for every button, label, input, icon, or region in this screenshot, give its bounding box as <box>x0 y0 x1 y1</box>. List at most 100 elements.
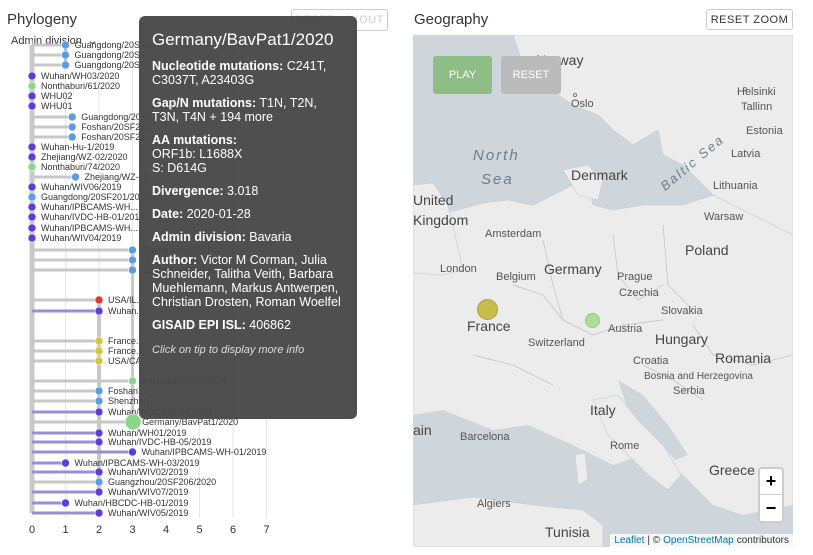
tree-tip[interactable]: Zhejiang/WZ-02/2020 <box>27 152 128 162</box>
tip-circle[interactable] <box>94 396 104 406</box>
tree-tip[interactable]: Guangzhou/20SF206/2020 <box>32 477 216 487</box>
tip-circle[interactable] <box>27 192 37 202</box>
geography-map[interactable]: Norway Oslo Helsinki Tallinn Estonia Lat… <box>413 35 793 547</box>
tip-circle[interactable] <box>94 467 104 477</box>
tip-circle[interactable] <box>94 437 104 447</box>
tip-circle[interactable] <box>27 212 37 222</box>
tip-circle[interactable] <box>128 255 137 265</box>
tree-tip[interactable]: Wuhan/IVDC-HB-05/2019 <box>32 437 211 447</box>
zoom-in-button[interactable]: + <box>760 469 782 495</box>
tip-circle[interactable] <box>61 60 70 70</box>
tree-tip[interactable]: Wuhan/WIV04/2019 <box>27 233 121 243</box>
axis-tick-label: 0 <box>29 524 35 536</box>
tip-circle[interactable] <box>94 306 104 316</box>
tip-circle[interactable] <box>27 91 37 101</box>
tip-circle[interactable] <box>128 447 137 457</box>
tip-circle[interactable] <box>61 498 70 508</box>
tip-circle[interactable] <box>27 202 37 212</box>
tree-tip[interactable]: France... <box>32 336 144 346</box>
tip-circle[interactable] <box>27 81 37 91</box>
axis-tick-label: 5 <box>197 524 203 536</box>
tip-circle[interactable] <box>94 477 104 487</box>
tip-circle[interactable] <box>71 172 80 182</box>
tree-tip[interactable]: Nonthaburi/74/2020 <box>27 162 120 172</box>
reset-animation-button[interactable]: RESET <box>501 56 561 94</box>
tree-tip[interactable]: Wuhan/WIV05/2019 <box>32 508 188 518</box>
tree-tip[interactable]: Zhejiang/WZ-01... <box>32 172 156 182</box>
tree-tip[interactable]: Wuhan/WIV02/2019 <box>32 467 188 477</box>
tree-tip[interactable]: Wuhan/IPBCAMS-WH-01/2019 <box>32 447 266 457</box>
tree-tip[interactable]: Foshan/20SF21... <box>32 132 153 142</box>
tip-circle[interactable] <box>27 233 37 243</box>
reset-zoom-button[interactable]: RESET ZOOM <box>706 9 793 30</box>
play-button[interactable]: PLAY <box>433 56 492 94</box>
tip-circle[interactable] <box>94 336 104 346</box>
tip-circle[interactable] <box>61 50 70 60</box>
tip-circle[interactable] <box>94 508 104 518</box>
tip-circle[interactable] <box>27 162 37 172</box>
tip-label: Wuhan/IPBCAMS-WH... <box>41 202 138 212</box>
tip-circle[interactable] <box>94 356 104 366</box>
tip-circle[interactable] <box>27 101 37 111</box>
tip-circle[interactable] <box>67 122 77 132</box>
tip-label: Nonthaburi/74/2020 <box>41 162 120 172</box>
tree-tip[interactable]: Guangdong/20SF... <box>32 60 152 70</box>
tree-tip[interactable]: WHU02 <box>27 91 73 101</box>
tip-circle[interactable] <box>27 142 37 152</box>
tree-tip[interactable]: Wuhan/HBCDC-HB-01/2019 <box>32 498 188 508</box>
tip-circle[interactable] <box>67 132 77 142</box>
tooltip-label: Date: <box>152 207 184 221</box>
tree-tip[interactable]: Wuhan/WIV07/2019 <box>32 487 188 497</box>
label-serbia: Serbia <box>673 385 705 397</box>
tree-tip[interactable]: Wuhan/IVDC-HB-01/2019 <box>27 212 144 222</box>
tip-circle[interactable] <box>27 182 37 192</box>
tree-tip[interactable]: Shenzhen... <box>32 396 156 406</box>
tree-tip[interactable]: Nonthaburi/61/2020 <box>27 81 120 91</box>
label-kingdom: Kingdom <box>413 212 469 228</box>
tree-tip[interactable]: Wuhan/IPBCAMS-WH... <box>27 223 138 233</box>
tree-tip[interactable]: France... <box>32 346 144 356</box>
map-dot-bavaria[interactable] <box>585 313 600 328</box>
attribution-separator: | © <box>647 535 661 546</box>
tree-tip[interactable]: Foshan... <box>32 386 146 396</box>
tip-circle[interactable] <box>128 245 137 255</box>
tip-circle[interactable] <box>61 458 70 468</box>
tree-tip[interactable]: USA/CA... <box>32 356 149 366</box>
tree-tip[interactable]: Guangdong/20SF... <box>32 50 152 60</box>
tree-tip[interactable]: Wuhan-Hu-1/2019 <box>27 142 114 152</box>
tip-circle[interactable] <box>27 152 37 162</box>
label-sea: Sea <box>481 171 514 188</box>
tree-tip[interactable]: Wuhan... <box>32 306 144 316</box>
tree-tip[interactable]: USA/IL... <box>32 295 144 305</box>
label-barcelona: Barcelona <box>460 431 510 443</box>
map-dot-france[interactable] <box>477 299 498 320</box>
tip-circle[interactable] <box>94 386 104 396</box>
tip-circle[interactable] <box>94 487 104 497</box>
tip-circle[interactable] <box>94 407 104 417</box>
tip-tooltip: Germany/BavPat1/2020 Nucleotide mutation… <box>139 16 357 419</box>
tip-circle[interactable] <box>67 112 77 122</box>
tip-circle[interactable] <box>27 71 37 81</box>
tree-tip[interactable]: Wuhan/WIV06/2019 <box>27 182 121 192</box>
osm-link[interactable]: OpenStreetMap <box>663 535 734 546</box>
label-greece: Greece <box>709 462 755 478</box>
tree-tip[interactable]: Wuhan/WH03/2020 <box>27 71 119 81</box>
tree-tip[interactable]: Guangdong/20SF201/2020 <box>27 192 150 202</box>
tip-label: Wuhan/IVDC-HB-05/2019 <box>108 437 211 447</box>
tree-tip[interactable]: Foshan/20SF21... <box>32 122 153 132</box>
tooltip-label: Gap/N mutations: <box>152 96 257 110</box>
tip-circle[interactable] <box>128 376 137 386</box>
leaflet-link[interactable]: Leaflet <box>614 535 644 546</box>
tip-circle[interactable] <box>94 346 104 356</box>
tree-tip[interactable]: Wuhan/IPBCAMS-WH... <box>27 202 138 212</box>
tree-tip[interactable]: Guangdong/20SF... <box>32 40 152 50</box>
tip-circle[interactable] <box>94 428 104 438</box>
label-lithuania: Lithuania <box>713 180 758 192</box>
zoom-out-button[interactable]: − <box>760 495 782 521</box>
label-warsaw: Warsaw <box>704 211 744 223</box>
tip-circle[interactable] <box>61 40 70 50</box>
tip-circle[interactable] <box>94 295 104 305</box>
tip-circle[interactable] <box>128 265 137 275</box>
tree-tip[interactable]: WHU01 <box>27 101 73 111</box>
tip-circle[interactable] <box>27 223 37 233</box>
